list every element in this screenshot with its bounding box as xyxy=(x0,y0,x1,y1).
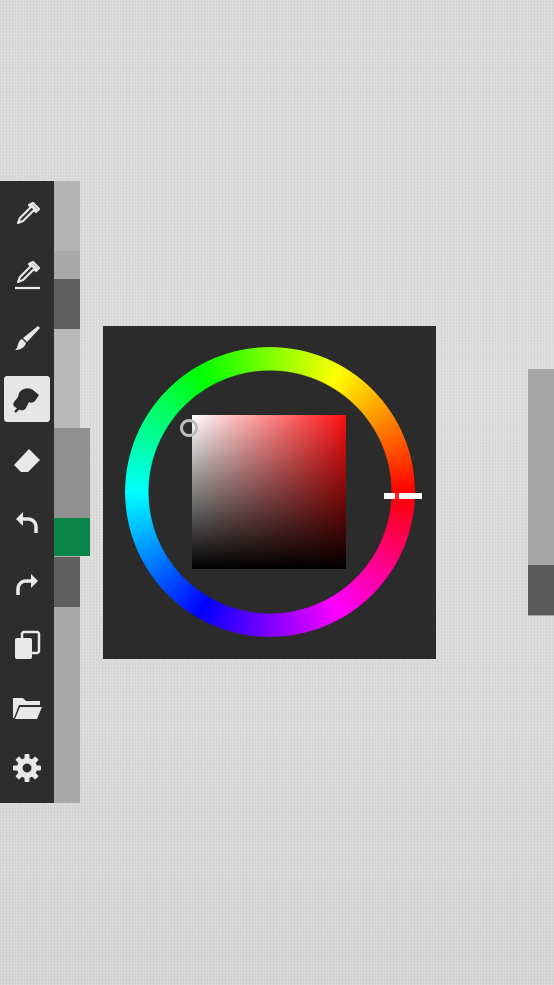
folder-icon xyxy=(13,698,42,719)
brush-tool-button[interactable] xyxy=(4,315,50,361)
hue-marker-notch xyxy=(395,493,399,499)
toolbar xyxy=(0,181,54,803)
brush-opacity-thumb[interactable] xyxy=(54,557,80,607)
eyedropper-tool-button[interactable] xyxy=(4,192,50,238)
settings-button[interactable] xyxy=(4,745,50,791)
undo-icon xyxy=(16,512,38,533)
layers-button[interactable] xyxy=(4,622,50,668)
current-color-swatch[interactable] xyxy=(54,518,90,556)
brush-size-thumb[interactable] xyxy=(54,279,80,329)
gear-icon xyxy=(13,754,41,782)
undo-button[interactable] xyxy=(4,499,50,545)
eyedropper-line-icon xyxy=(15,260,41,290)
saturation-value-cursor[interactable] xyxy=(180,419,198,437)
eraser-icon xyxy=(14,449,40,472)
previous-color-swatch[interactable] xyxy=(54,428,90,518)
layers-icon xyxy=(15,630,41,659)
eyedropper-line-tool-button[interactable] xyxy=(4,252,50,298)
hue-marker[interactable] xyxy=(384,493,422,499)
right-side-slider-thumb[interactable] xyxy=(528,565,554,615)
eyedropper-icon xyxy=(16,201,41,225)
saturation-value-square[interactable] xyxy=(192,415,346,569)
right-side-slider[interactable] xyxy=(528,369,554,616)
redo-button[interactable] xyxy=(4,561,50,607)
brush-icon xyxy=(15,326,40,350)
smudge-brush-icon xyxy=(13,388,39,413)
eraser-tool-button[interactable] xyxy=(4,438,50,484)
folder-button[interactable] xyxy=(4,684,50,730)
color-picker-panel xyxy=(103,326,436,659)
brush-size-track-top xyxy=(54,181,80,251)
smudge-tool-button[interactable] xyxy=(4,376,50,422)
brush-opacity-track xyxy=(54,329,80,429)
redo-icon xyxy=(16,574,38,595)
